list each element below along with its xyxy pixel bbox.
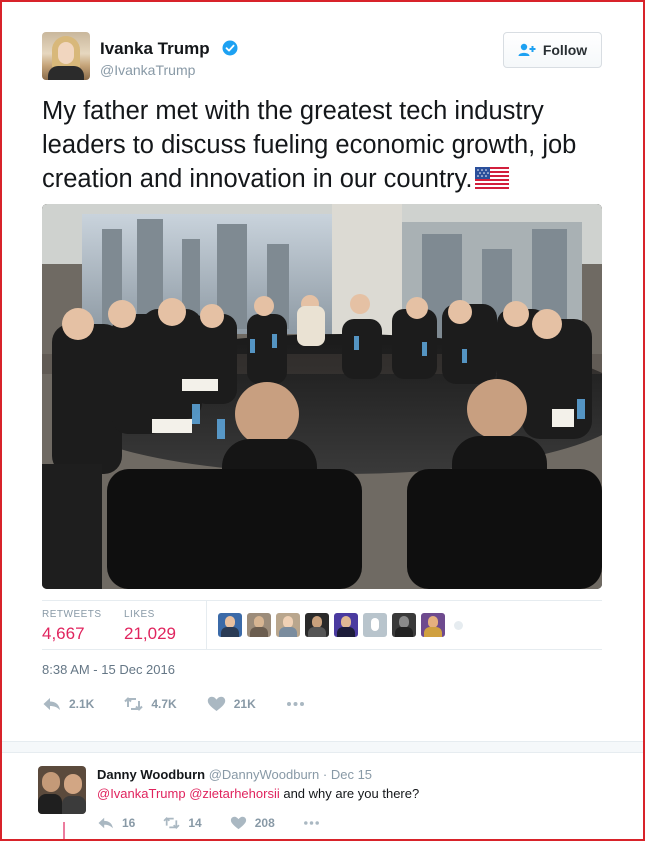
thread-separator bbox=[0, 741, 645, 753]
liker-avatar[interactable] bbox=[305, 613, 329, 637]
verified-badge-icon bbox=[222, 40, 238, 56]
likes-stat[interactable]: LIKES 21,029 bbox=[124, 609, 176, 644]
follow-button-label: Follow bbox=[542, 42, 588, 58]
reply-reply-count: 16 bbox=[122, 816, 136, 830]
tweet-photo[interactable] bbox=[42, 204, 602, 589]
reply-more-action[interactable] bbox=[303, 816, 320, 830]
liker-avatar[interactable] bbox=[247, 613, 271, 637]
reply-icon bbox=[98, 817, 113, 829]
reply-text: @IvankaTrump @zietarhehorsii and why are… bbox=[97, 786, 419, 801]
retweets-count: 4,667 bbox=[42, 624, 85, 643]
liker-avatar[interactable] bbox=[421, 613, 445, 637]
tweet-stats: RETWEETS 4,667 LIKES 21,029 bbox=[42, 600, 602, 650]
tweet-timestamp[interactable]: 8:38 AM - 15 Dec 2016 bbox=[42, 662, 175, 677]
meeting-photo-illustration bbox=[42, 204, 602, 589]
reply-author-name[interactable]: Danny Woodburn bbox=[97, 767, 205, 782]
more-likers-indicator bbox=[454, 620, 463, 630]
retweets-label: RETWEETS bbox=[42, 609, 102, 620]
thread-line bbox=[63, 822, 65, 841]
liker-avatar[interactable] bbox=[276, 613, 300, 637]
liker-avatar[interactable] bbox=[334, 613, 358, 637]
main-tweet: Ivanka Trump @IvankaTrump Follow My fath… bbox=[0, 0, 645, 741]
reply-text-body: and why are you there? bbox=[283, 786, 420, 801]
stats-divider bbox=[206, 601, 207, 649]
follow-button[interactable]: Follow bbox=[503, 32, 602, 68]
reply-count: 2.1K bbox=[69, 697, 95, 711]
mention-link[interactable]: @IvankaTrump bbox=[97, 786, 186, 801]
reply-tweet[interactable]: Danny Woodburn @DannyWoodburn · Dec 15 @… bbox=[0, 753, 645, 841]
retweet-icon bbox=[124, 697, 144, 711]
reply-like-count: 208 bbox=[254, 816, 275, 830]
reply-retweet-count: 14 bbox=[188, 816, 202, 830]
reply-like-action[interactable]: 208 bbox=[230, 816, 275, 830]
reply-date[interactable]: Dec 15 bbox=[331, 767, 372, 782]
liker-avatar[interactable] bbox=[363, 613, 387, 637]
more-options-icon bbox=[303, 821, 319, 825]
retweet-count: 4.7K bbox=[151, 697, 177, 711]
reply-icon bbox=[43, 698, 60, 710]
reply-author-handle[interactable]: @DannyWoodburn bbox=[209, 767, 320, 782]
like-count: 21K bbox=[233, 697, 256, 711]
more-action[interactable] bbox=[286, 696, 305, 712]
tweet-text: My father met with the greatest tech ind… bbox=[42, 94, 602, 196]
reply-actions: 16 14 208 bbox=[97, 813, 348, 833]
likes-label: LIKES bbox=[124, 609, 155, 620]
author-handle[interactable]: @IvankaTrump bbox=[100, 62, 195, 78]
reply-header: Danny Woodburn @DannyWoodburn · Dec 15 bbox=[97, 767, 372, 782]
follow-user-icon bbox=[518, 43, 536, 56]
reply-reply-action[interactable]: 16 bbox=[97, 816, 135, 830]
liker-avatar[interactable] bbox=[218, 613, 242, 637]
more-options-icon bbox=[286, 702, 304, 706]
likes-count: 21,029 bbox=[124, 624, 176, 643]
tweet-actions: 2.1K 4.7K 21K bbox=[42, 692, 335, 716]
heart-icon bbox=[207, 696, 225, 711]
reply-separator-dot: · bbox=[322, 767, 328, 782]
retweet-icon bbox=[163, 816, 180, 830]
reply-retweet-action[interactable]: 14 bbox=[163, 816, 202, 830]
us-flag-icon bbox=[475, 167, 510, 191]
heart-icon bbox=[230, 816, 246, 830]
author-avatar[interactable] bbox=[42, 32, 90, 80]
reply-author-avatar[interactable] bbox=[38, 766, 86, 814]
mention-link[interactable]: @zietarhehorsii bbox=[189, 786, 280, 801]
author-name[interactable]: Ivanka Trump bbox=[100, 39, 210, 59]
liker-avatar[interactable] bbox=[392, 613, 416, 637]
reply-action[interactable]: 2.1K bbox=[42, 696, 94, 712]
retweets-stat[interactable]: RETWEETS 4,667 bbox=[42, 609, 102, 644]
liker-avatars bbox=[218, 613, 463, 637]
like-action[interactable]: 21K bbox=[207, 696, 256, 712]
retweet-action[interactable]: 4.7K bbox=[124, 696, 177, 712]
